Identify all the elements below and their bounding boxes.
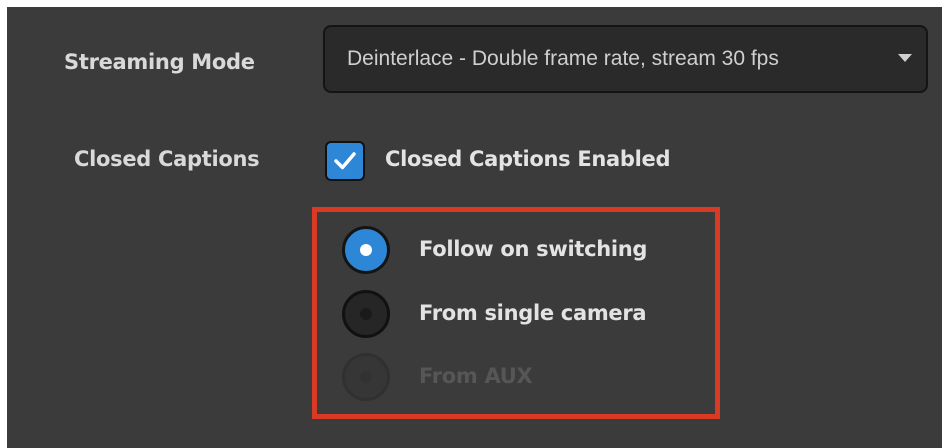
radio-button-disabled bbox=[342, 353, 390, 401]
closed-captions-checkbox[interactable] bbox=[325, 141, 365, 181]
streaming-mode-value: Deinterlace - Double frame rate, stream … bbox=[347, 47, 779, 70]
radio-label-follow-on-switching: Follow on switching bbox=[419, 237, 648, 261]
chevron-down-icon bbox=[898, 54, 912, 62]
closed-captions-enabled-label[interactable]: Closed Captions Enabled bbox=[385, 147, 671, 171]
radio-button-unselected[interactable] bbox=[342, 290, 390, 338]
radio-label-from-aux: From AUX bbox=[419, 364, 533, 388]
settings-panel: Streaming Mode Deinterlace - Double fram… bbox=[7, 7, 942, 448]
streaming-mode-dropdown[interactable]: Deinterlace - Double frame rate, stream … bbox=[323, 25, 928, 93]
checkmark-icon bbox=[334, 152, 356, 170]
closed-captions-label: Closed Captions bbox=[74, 147, 260, 171]
radio-follow-on-switching[interactable]: Follow on switching bbox=[342, 226, 702, 274]
radio-label-from-single-camera: From single camera bbox=[419, 301, 647, 325]
radio-from-aux: From AUX bbox=[342, 353, 702, 401]
radio-button-selected[interactable] bbox=[342, 226, 390, 274]
streaming-mode-label: Streaming Mode bbox=[64, 50, 255, 74]
radio-from-single-camera[interactable]: From single camera bbox=[342, 290, 702, 338]
